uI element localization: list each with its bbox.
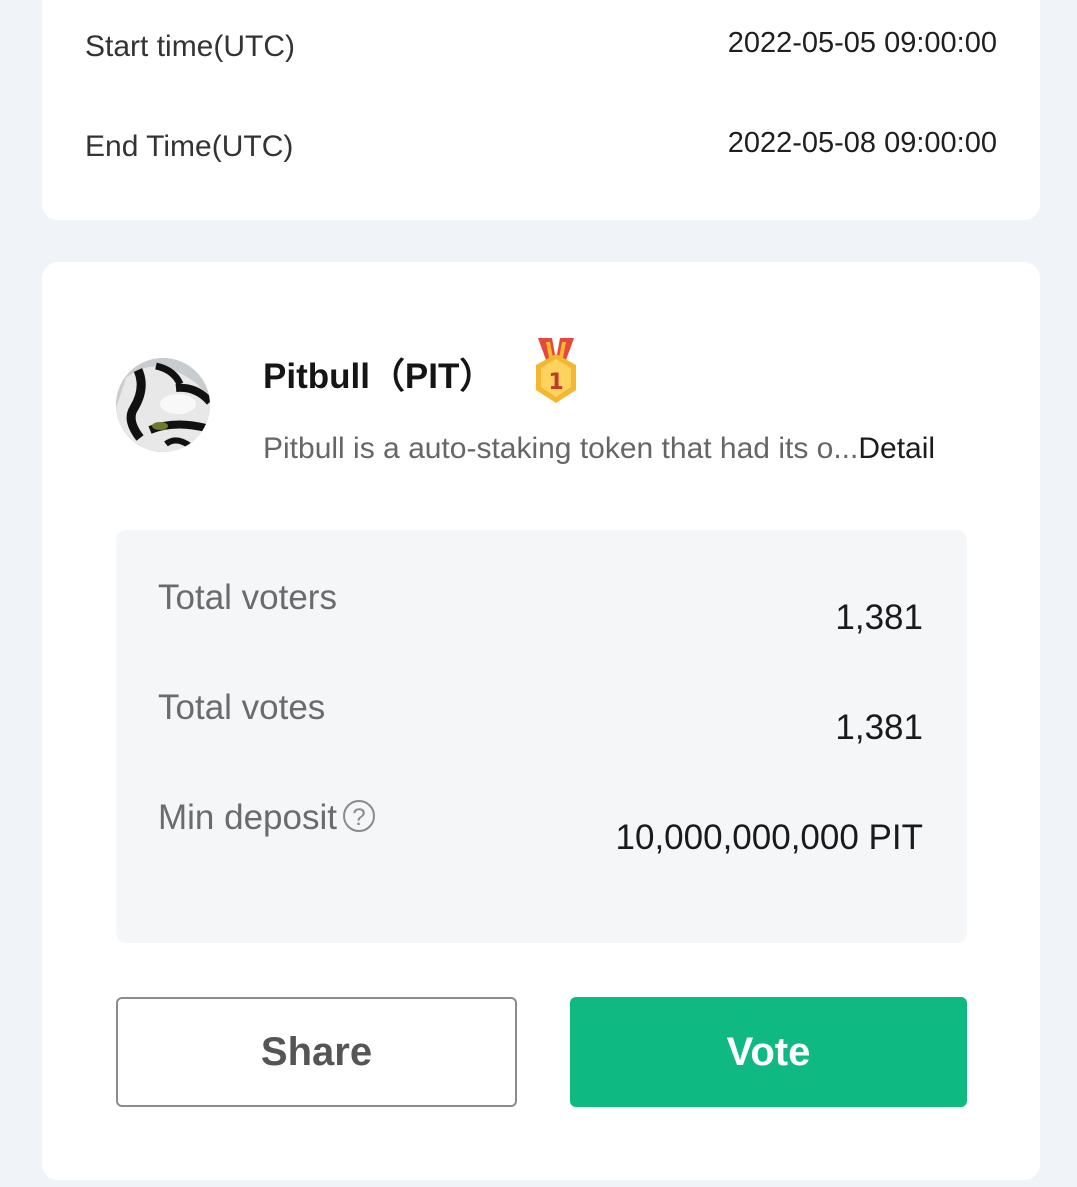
token-vote-card: Pitbull（PIT） 1 Pitbull is a auto-staking… <box>42 262 1040 1180</box>
description-text: Pitbull is a auto-staking token that had… <box>263 432 859 465</box>
end-time-value: 2022-05-08 09:00:00 <box>727 127 997 159</box>
vote-button[interactable]: Vote <box>570 997 967 1107</box>
start-time-value: 2022-05-05 09:00:00 <box>727 27 997 59</box>
token-description: Pitbull is a auto-staking token that had… <box>263 432 935 466</box>
share-button[interactable]: Share <box>116 997 517 1107</box>
svg-text:1: 1 <box>548 370 563 395</box>
start-time-row: Start time(UTC) 2022-05-05 09:00:00 <box>85 27 997 70</box>
min-deposit-value: 10,000,000,000 PIT <box>615 818 923 857</box>
detail-link[interactable]: Detail <box>858 432 935 465</box>
total-voters-label: Total voters <box>158 578 337 617</box>
total-voters-value: 1,381 <box>835 598 923 637</box>
help-icon[interactable]: ? <box>342 799 375 832</box>
start-time-label: Start time(UTC) <box>85 30 295 63</box>
total-votes-label: Total votes <box>158 688 326 727</box>
gold-medal-icon: 1 <box>528 338 584 408</box>
stats-panel: Total voters 1,381 Total votes 1,381 Min… <box>116 530 967 943</box>
token-name: Pitbull（PIT） <box>263 357 495 396</box>
schedule-card: Start time(UTC) 2022-05-05 09:00:00 End … <box>42 0 1040 220</box>
end-time-row: End Time(UTC) 2022-05-08 09:00:00 <box>85 127 997 170</box>
min-deposit-text: Min deposit <box>158 798 337 837</box>
total-votes-value: 1,381 <box>835 708 923 747</box>
min-deposit-label: Min deposit? <box>158 798 375 838</box>
pitbull-avatar <box>116 358 210 452</box>
end-time-label: End Time(UTC) <box>85 130 294 163</box>
